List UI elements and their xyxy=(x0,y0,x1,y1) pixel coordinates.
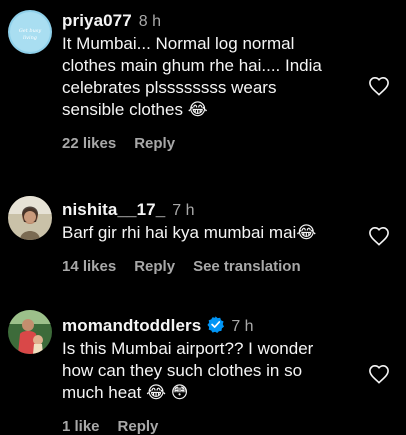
avatar[interactable] xyxy=(8,310,52,354)
laughing-emoji-icon: 😂 😳 xyxy=(146,383,189,402)
comment-text: Barf gir rhi hai kya mumbai mai😂 xyxy=(62,223,317,242)
like-heart-icon[interactable] xyxy=(368,364,390,384)
timestamp: 7 h xyxy=(172,202,195,219)
avatar-image xyxy=(8,196,52,240)
username[interactable]: priya077 xyxy=(62,11,132,31)
see-translation-button[interactable]: See translation xyxy=(193,258,301,275)
avatar[interactable] xyxy=(8,196,52,240)
avatar-image: Get busy living xyxy=(8,10,52,54)
comment-text: Is this Mumbai airport?? I wonder how ca… xyxy=(62,339,314,402)
like-heart-icon[interactable] xyxy=(368,76,390,96)
likes-count[interactable]: 14 likes xyxy=(62,258,116,275)
like-heart-icon[interactable] xyxy=(368,226,390,246)
likes-count[interactable]: 22 likes xyxy=(62,135,116,152)
svg-text:living: living xyxy=(23,35,37,41)
avatar-lettering: Get busy xyxy=(19,28,42,34)
reply-button[interactable]: Reply xyxy=(134,258,175,275)
reply-button[interactable]: Reply xyxy=(134,135,175,152)
username[interactable]: nishita__17_ xyxy=(62,200,165,220)
reply-button[interactable]: Reply xyxy=(118,418,159,435)
verified-badge-icon xyxy=(207,316,225,333)
avatar[interactable]: Get busy living xyxy=(8,10,52,54)
timestamp: 8 h xyxy=(138,13,162,30)
username[interactable]: momandtoddlers xyxy=(62,316,201,336)
avatar-image xyxy=(8,310,52,354)
laughing-emoji-icon: 😂 xyxy=(187,100,208,119)
likes-count[interactable]: 1 like xyxy=(62,418,100,435)
timestamp: 7 h xyxy=(231,318,254,335)
laughing-emoji-icon: 😂 xyxy=(296,223,317,242)
comment-text: It Mumbai... Normal log normal clothes m… xyxy=(62,34,322,119)
